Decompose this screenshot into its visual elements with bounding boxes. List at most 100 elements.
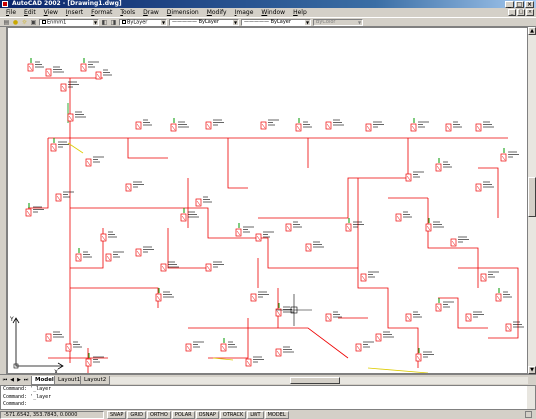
transformer-symbol[interactable] (80, 63, 87, 72)
command-scrollbar[interactable] (527, 386, 535, 409)
transformer-symbol[interactable] (405, 173, 412, 182)
doc-minimize-button[interactable]: _ (508, 9, 516, 16)
transformer-symbol[interactable] (245, 358, 252, 367)
lineweight-dropdown[interactable]: ————— ByLayer ▼ (241, 18, 311, 26)
transformer-symbol[interactable] (220, 343, 227, 352)
polar-toggle[interactable]: POLAR (171, 410, 195, 419)
transformer-symbol[interactable] (235, 228, 242, 237)
transformer-symbol[interactable] (325, 121, 332, 130)
grid-toggle[interactable]: GRID (127, 410, 147, 419)
scroll-up-icon[interactable]: ▲ (528, 27, 536, 35)
doc-close-button[interactable]: × (526, 9, 534, 16)
transformer-symbol[interactable] (475, 183, 482, 192)
transformer-symbol[interactable] (360, 273, 367, 282)
transformer-symbol[interactable] (170, 123, 177, 132)
layer-previous-icon[interactable]: ◨ (110, 19, 117, 26)
transformer-symbol[interactable] (395, 213, 402, 222)
transformer-symbol[interactable] (205, 263, 212, 272)
menu-modify[interactable]: Modify (203, 8, 231, 17)
transformer-symbol[interactable] (125, 183, 132, 192)
menu-tools[interactable]: Tools (116, 8, 139, 17)
transformer-symbol[interactable] (345, 223, 352, 232)
osnap-toggle[interactable]: OSNAP (195, 410, 219, 419)
drawing-canvas[interactable]: Y X (7, 27, 528, 374)
transformer-symbol[interactable] (85, 358, 92, 367)
coordinate-display[interactable]: -571.6542, 353.7843, 0.0000 (0, 410, 104, 419)
transformer-symbol[interactable] (365, 123, 372, 132)
transformer-symbol[interactable] (450, 238, 457, 247)
linetype-dropdown[interactable]: ————— ByLayer ▼ (169, 18, 239, 26)
make-current-icon[interactable]: ◧ (101, 19, 108, 26)
doc-restore-button[interactable]: □ (517, 9, 525, 16)
lightbulb-icon[interactable]: ● (12, 19, 19, 26)
transformer-symbol[interactable] (435, 303, 442, 312)
minimize-button[interactable]: _ (505, 0, 514, 8)
transformer-symbol[interactable] (67, 113, 74, 122)
transformer-symbol[interactable] (285, 223, 292, 232)
plotstyle-dropdown[interactable]: ByColor ▼ (313, 18, 363, 26)
horizontal-scrollbar[interactable] (110, 377, 528, 384)
transformer-symbol[interactable] (425, 223, 432, 232)
vertical-scrollbar[interactable]: ▲ ▼ (528, 27, 536, 374)
menu-image[interactable]: Image (231, 8, 258, 17)
autocad-icon[interactable] (2, 1, 8, 7)
transformer-symbol[interactable] (500, 153, 507, 162)
transformer-symbol[interactable] (55, 193, 62, 202)
transformer-symbol[interactable] (260, 121, 267, 130)
communication-center-icon[interactable] (525, 411, 532, 418)
transformer-symbol[interactable] (45, 68, 52, 77)
transformer-symbol[interactable] (435, 163, 442, 172)
menu-window[interactable]: Window (257, 8, 289, 17)
transformer-symbol[interactable] (75, 253, 82, 262)
next-tab-icon[interactable]: ▶ (16, 377, 22, 384)
transformer-symbol[interactable] (415, 353, 422, 362)
transformer-symbol[interactable] (305, 243, 312, 252)
model-toggle[interactable]: MODEL (264, 410, 289, 419)
menu-help[interactable]: Help (289, 8, 311, 17)
transformer-symbol[interactable] (250, 293, 257, 302)
transformer-symbol[interactable] (410, 123, 417, 132)
transformer-symbol[interactable] (445, 123, 452, 132)
menu-edit[interactable]: Edit (20, 8, 40, 17)
tab-layout2[interactable]: Layout2 (80, 376, 111, 385)
transformer-symbol[interactable] (45, 333, 52, 342)
transformer-symbol[interactable] (480, 273, 487, 282)
transformer-symbol[interactable] (195, 198, 202, 207)
menu-dimension[interactable]: Dimension (163, 8, 203, 17)
otrack-toggle[interactable]: OTRACK (219, 410, 247, 419)
transformer-symbol[interactable] (95, 71, 102, 80)
lock-icon[interactable]: ▣ (30, 19, 37, 26)
close-button[interactable]: × (525, 0, 534, 8)
transformer-symbol[interactable] (85, 158, 92, 167)
vertical-scroll-thumb[interactable] (528, 177, 536, 217)
transformer-symbol[interactable] (355, 343, 362, 352)
menu-format[interactable]: Format (87, 8, 116, 17)
transformer-symbol[interactable] (185, 343, 192, 352)
prev-tab-icon[interactable]: ◀ (9, 377, 15, 384)
transformer-symbol[interactable] (205, 121, 212, 130)
layer-manager-icon[interactable]: ▤ (3, 19, 10, 26)
horizontal-scroll-thumb[interactable] (290, 377, 340, 384)
transformer-symbol[interactable] (135, 121, 142, 130)
maximize-button[interactable]: □ (515, 0, 524, 8)
transformer-symbol[interactable] (295, 123, 302, 132)
menu-file[interactable]: File (2, 8, 20, 17)
menu-view[interactable]: View (40, 8, 62, 17)
transformer-symbol[interactable] (100, 233, 107, 242)
transformer-symbol[interactable] (65, 343, 72, 352)
transformer-symbol[interactable] (27, 63, 34, 72)
transformer-symbol[interactable] (375, 333, 382, 342)
layer-dropdown[interactable]: Enmm1 ▼ (39, 18, 99, 26)
command-window[interactable]: Command: '_layer Command: '_layer Comman… (0, 385, 536, 410)
color-dropdown[interactable]: ByLayer ▼ (119, 18, 167, 26)
sun-icon[interactable]: ☼ (21, 19, 28, 26)
transformer-symbol[interactable] (255, 233, 262, 242)
transformer-symbol[interactable] (405, 313, 412, 322)
ortho-toggle[interactable]: ORTHO (147, 410, 171, 419)
command-prompt[interactable]: Command: (3, 401, 535, 409)
transformer-symbol[interactable] (105, 253, 112, 262)
transformer-symbol[interactable] (60, 83, 67, 92)
transformer-symbol[interactable] (505, 323, 512, 332)
scroll-down-icon[interactable]: ▼ (528, 366, 536, 374)
transformer-symbol[interactable] (160, 263, 167, 272)
